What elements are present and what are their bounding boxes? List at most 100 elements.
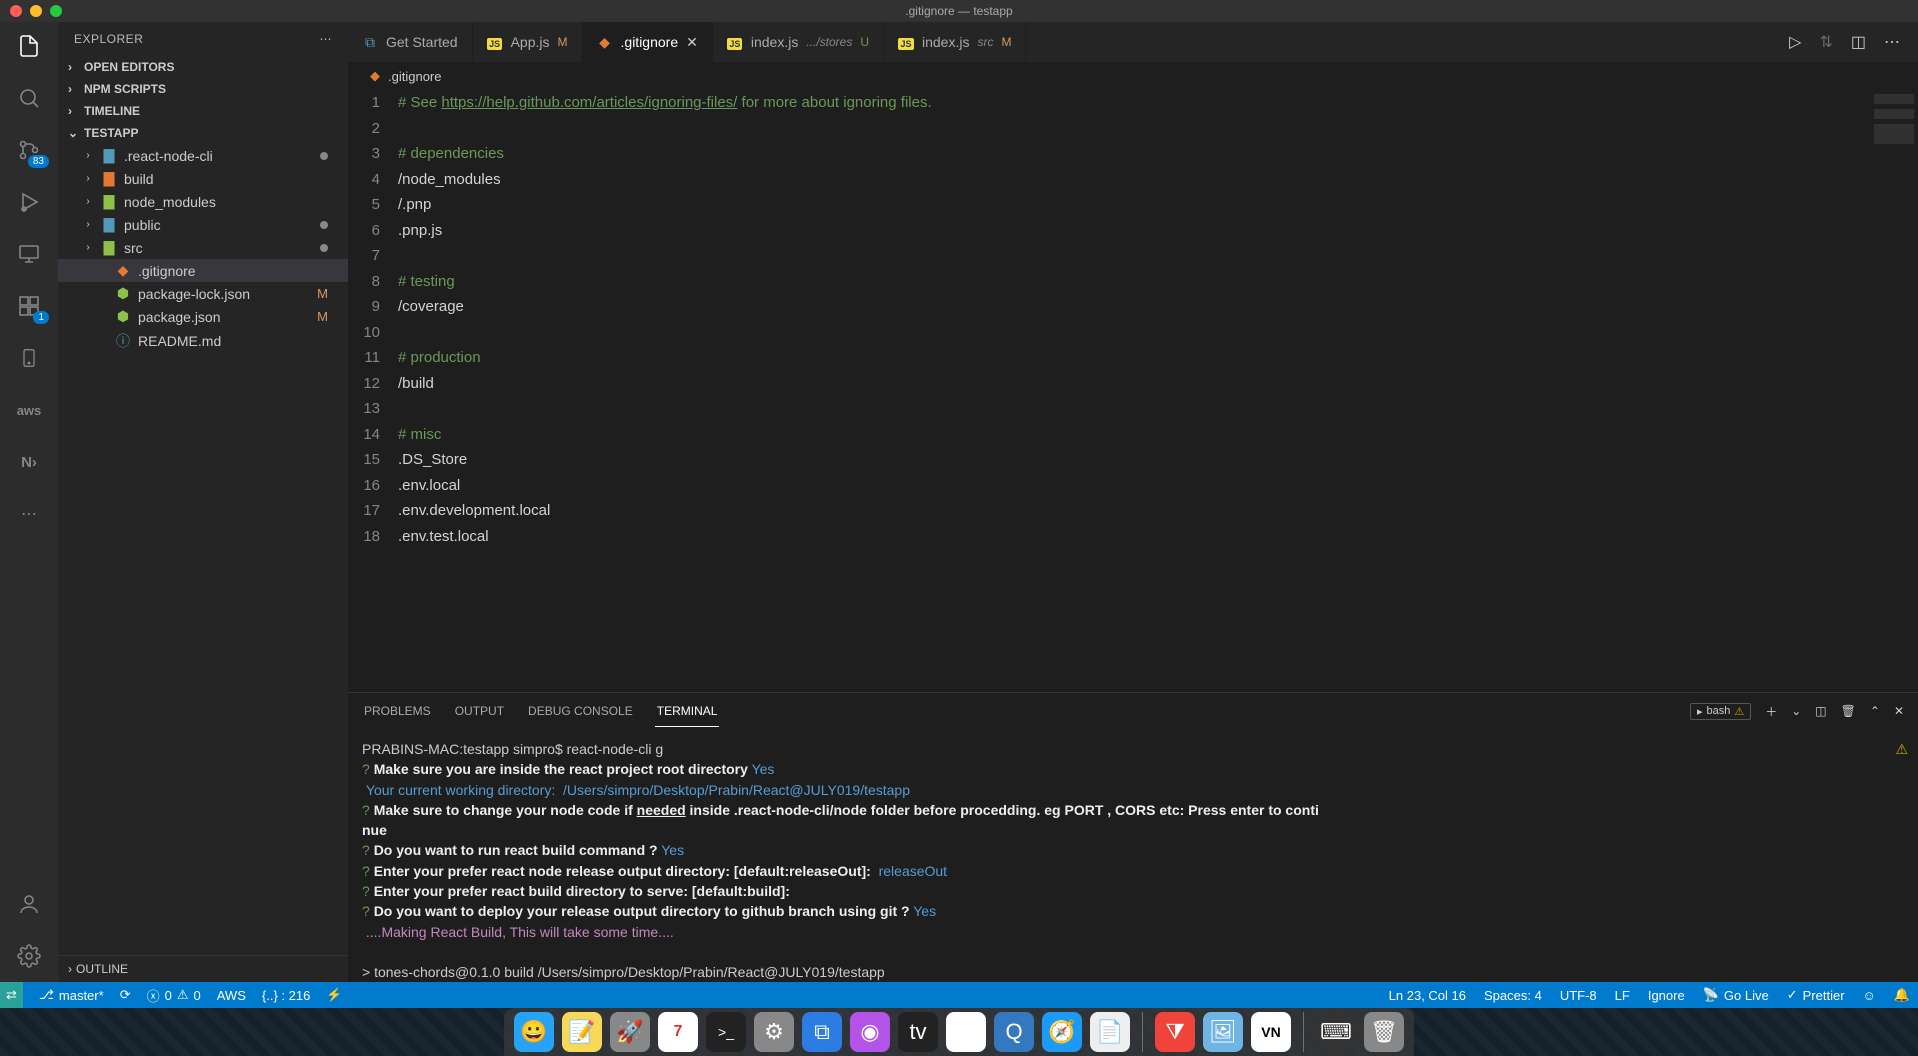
eol[interactable]: LF xyxy=(1615,987,1630,1003)
activity-bar: 83 1 aws N› ⋯ xyxy=(0,22,58,982)
dock-notes[interactable]: 📝 xyxy=(562,1012,602,1052)
tab-debug-console[interactable]: DEBUG CONSOLE xyxy=(526,696,635,726)
tree-item-package-lock-json[interactable]: ⬢package-lock.jsonM xyxy=(58,282,348,305)
tab-index-js[interactable]: JSindex.js.../storesU xyxy=(713,22,884,62)
dock-safari[interactable]: 🧭 xyxy=(1042,1012,1082,1052)
tree-item-build[interactable]: ›▇build xyxy=(58,167,348,190)
dock-tv[interactable]: tv xyxy=(898,1012,938,1052)
remote-indicator[interactable]: ⇄ xyxy=(0,982,23,1008)
tree-item-public[interactable]: ›▇public xyxy=(58,213,348,236)
tab-terminal[interactable]: TERMINAL xyxy=(655,696,720,727)
dock-chrome[interactable]: ◯ xyxy=(946,1012,986,1052)
dock-launchpad[interactable]: 🚀 xyxy=(610,1012,650,1052)
file-tree: ›▇.react-node-cli›▇build›▇node_modules›▇… xyxy=(58,144,348,955)
tree-item-readme-md[interactable]: ⓘREADME.md xyxy=(58,328,348,354)
section-timeline[interactable]: ›TIMELINE xyxy=(58,100,348,122)
macos-dock: 😀📝🚀7>_⚙⧉◉tv◯Q🧭📄 ⧩🖼VN ⌨🗑 xyxy=(504,1008,1414,1056)
dock-terminal2[interactable]: ⌨ xyxy=(1316,1012,1356,1052)
status-bar: ⇄ ⎇ master* ⟳ ⓧ 0 ⚠ 0 AWS {..} : 216 ⚡ L… xyxy=(0,982,1918,1008)
settings-icon[interactable] xyxy=(15,942,43,970)
dock-anydesk[interactable]: ⧩ xyxy=(1155,1012,1195,1052)
tree-item--gitignore[interactable]: ◆.gitignore xyxy=(58,259,348,282)
problems-count[interactable]: ⓧ 0 ⚠ 0 xyxy=(147,986,201,1005)
tree-item--react-node-cli[interactable]: ›▇.react-node-cli xyxy=(58,144,348,167)
scm-badge: 83 xyxy=(28,155,49,168)
tab-more-icon[interactable]: ⋯ xyxy=(1884,32,1900,52)
sync-icon[interactable]: ⟳ xyxy=(120,987,131,1003)
close-panel-icon[interactable]: ✕ xyxy=(1894,704,1904,718)
editor[interactable]: 123456789101112131415161718 # See https:… xyxy=(348,90,1918,692)
sidebar: EXPLORER ⋯ ›OPEN EDITORS ›NPM SCRIPTS ›T… xyxy=(58,22,348,982)
dock-quicktime[interactable]: Q xyxy=(994,1012,1034,1052)
maximize-window-button[interactable] xyxy=(50,5,62,17)
accounts-icon[interactable] xyxy=(15,890,43,918)
section-workspace[interactable]: ⌄TESTAPP xyxy=(58,122,348,144)
dock-finder[interactable]: 😀 xyxy=(514,1012,554,1052)
encoding[interactable]: UTF-8 xyxy=(1560,987,1597,1003)
explorer-more-icon[interactable]: ⋯ xyxy=(320,32,333,46)
prettier-status[interactable]: ✓ Prettier xyxy=(1787,987,1845,1003)
remote-explorer-icon[interactable] xyxy=(15,240,43,268)
bracket-status[interactable]: {..} : 216 xyxy=(262,988,310,1003)
minimap[interactable] xyxy=(1848,90,1918,692)
device-icon[interactable] xyxy=(15,344,43,372)
run-icon[interactable]: ▷ xyxy=(1789,32,1801,52)
minimize-window-button[interactable] xyxy=(30,5,42,17)
tab-index-js[interactable]: JSindex.jssrcM xyxy=(884,22,1026,62)
dock-textedit[interactable]: 📄 xyxy=(1090,1012,1130,1052)
extensions-icon[interactable]: 1 xyxy=(15,292,43,320)
section-open-editors[interactable]: ›OPEN EDITORS xyxy=(58,56,348,78)
tree-item-node-modules[interactable]: ›▇node_modules xyxy=(58,190,348,213)
dock-terminal[interactable]: >_ xyxy=(706,1012,746,1052)
breadcrumb[interactable]: ◆.gitignore xyxy=(348,62,1918,90)
aws-icon[interactable]: aws xyxy=(15,396,43,424)
notifications-icon[interactable]: 🔔 xyxy=(1894,987,1910,1003)
split-editor-icon[interactable]: ◫ xyxy=(1851,32,1866,52)
explorer-icon[interactable] xyxy=(15,32,43,60)
dock-trash[interactable]: 🗑 xyxy=(1364,1012,1404,1052)
shell-selector[interactable]: ▸ bash ⚠ xyxy=(1690,703,1751,720)
language-mode[interactable]: Ignore xyxy=(1648,987,1685,1003)
tab-problems[interactable]: PROBLEMS xyxy=(362,696,433,726)
tab--gitignore[interactable]: ◆.gitignore✕ xyxy=(583,22,713,62)
close-window-button[interactable] xyxy=(10,5,22,17)
search-icon[interactable] xyxy=(15,84,43,112)
tree-item-package-json[interactable]: ⬢package.jsonM xyxy=(58,305,348,328)
dock-vn[interactable]: VN xyxy=(1251,1012,1291,1052)
maximize-panel-icon[interactable]: ⌃ xyxy=(1870,704,1880,718)
close-tab-icon[interactable]: ✕ xyxy=(686,34,698,51)
new-terminal-icon[interactable]: ＋ xyxy=(1765,703,1777,720)
more-icon[interactable]: ⋯ xyxy=(15,500,43,528)
run-debug-icon[interactable] xyxy=(15,188,43,216)
git-branch[interactable]: ⎇ master* xyxy=(39,987,104,1003)
tree-item-src[interactable]: ›▇src xyxy=(58,236,348,259)
code-content[interactable]: # See https://help.github.com/articles/i… xyxy=(398,90,1848,692)
dock-preview[interactable]: 🖼 xyxy=(1203,1012,1243,1052)
terminal-warning-icon: ⚠ xyxy=(1895,739,1908,759)
lightning-icon[interactable]: ⚡ xyxy=(326,987,342,1003)
dock-calendar[interactable]: 7 xyxy=(658,1012,698,1052)
diff-icon[interactable]: ⇅ xyxy=(1819,32,1832,52)
section-outline[interactable]: ›OUTLINE xyxy=(58,955,348,982)
source-control-icon[interactable]: 83 xyxy=(15,136,43,164)
dock-podcasts[interactable]: ◉ xyxy=(850,1012,890,1052)
tab-get-started[interactable]: ⧉Get Started xyxy=(348,22,473,62)
aws-status[interactable]: AWS xyxy=(217,988,246,1003)
nx-icon[interactable]: N› xyxy=(15,448,43,476)
macos-dock-area: 😀📝🚀7>_⚙⧉◉tv◯Q🧭📄 ⧩🖼VN ⌨🗑 xyxy=(0,1008,1918,1056)
explorer-title: EXPLORER xyxy=(74,32,143,46)
tab-app-js[interactable]: JSApp.jsM xyxy=(473,22,583,62)
tab-output[interactable]: OUTPUT xyxy=(453,696,506,726)
split-terminal-icon[interactable]: ◫ xyxy=(1815,704,1826,718)
section-npm-scripts[interactable]: ›NPM SCRIPTS xyxy=(58,78,348,100)
terminal-content[interactable]: ⚠ PRABINS-MAC:testapp simpro$ react-node… xyxy=(348,729,1918,982)
cursor-position[interactable]: Ln 23, Col 16 xyxy=(1389,987,1466,1003)
feedback-icon[interactable]: ☺ xyxy=(1863,987,1876,1003)
dock-vscode[interactable]: ⧉ xyxy=(802,1012,842,1052)
go-live[interactable]: 📡 Go Live xyxy=(1703,987,1769,1003)
indentation[interactable]: Spaces: 4 xyxy=(1484,987,1542,1003)
kill-terminal-icon[interactable]: 🗑 xyxy=(1841,704,1856,718)
dock-settings[interactable]: ⚙ xyxy=(754,1012,794,1052)
terminal-dropdown-icon[interactable]: ⌄ xyxy=(1791,704,1801,718)
main-area: ⧉Get StartedJSApp.jsM◆.gitignore✕JSindex… xyxy=(348,22,1918,982)
